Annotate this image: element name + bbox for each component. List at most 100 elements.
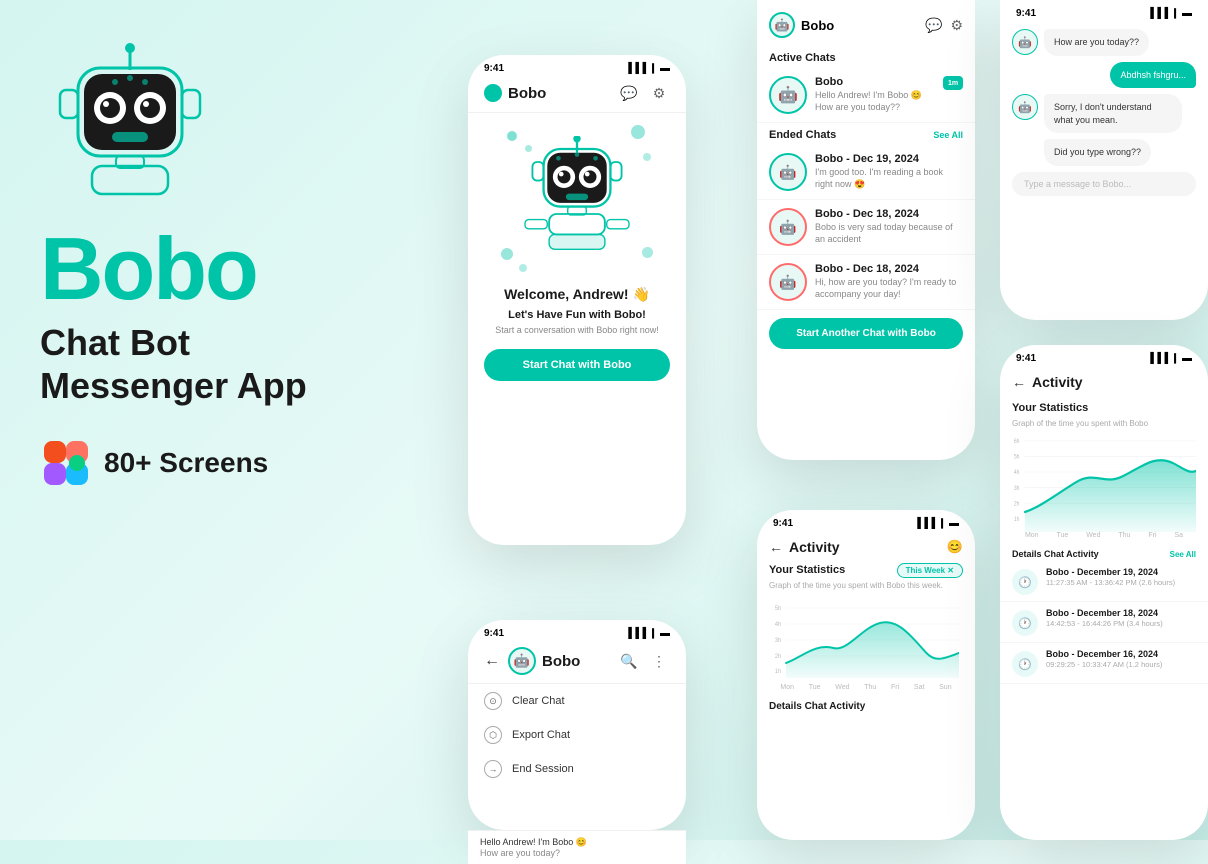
end-session-label: End Session xyxy=(512,763,574,775)
type-message-input[interactable]: Type a message to Bobo... xyxy=(1012,172,1196,196)
detail-info-3: Bobo - December 16, 2024 09:29:25 - 10:3… xyxy=(1046,649,1196,669)
ended-chats-header: Ended Chats See All xyxy=(757,123,975,145)
subtitle-1: Chat Bot xyxy=(40,321,420,364)
phone2-avatar: 🤖 xyxy=(508,647,536,675)
export-chat-icon: ⬡ xyxy=(484,726,502,744)
ended-chat-2-preview: Bobo is very sad today because of an acc… xyxy=(815,222,963,245)
ended-chat-2-avatar: 🤖 xyxy=(769,208,807,246)
signal-5: ▐▐▐ ❙ ▬ xyxy=(1147,8,1192,19)
graph-x-labels-full: Mon Tue Wed Thu Fri Sa xyxy=(1012,532,1196,539)
phone2-title: Bobo xyxy=(542,653,580,670)
see-all-details[interactable]: See All xyxy=(1170,550,1196,559)
bobo-logo-small xyxy=(484,84,502,102)
activity-graph-svg-full: 6h 5h 4h 3h 2h 1h xyxy=(1012,432,1196,532)
figma-section: 80+ Screens xyxy=(40,437,420,489)
activity-header-small: ← Activity 😊 xyxy=(757,533,975,559)
welcome-desc: Start a conversation with Bobo right now… xyxy=(484,325,670,335)
search-icon[interactable]: 🔍 xyxy=(618,650,640,672)
svg-text:4h: 4h xyxy=(1014,470,1020,477)
back-arrow-2[interactable]: ← xyxy=(484,652,500,670)
export-chat-item[interactable]: ⬡ Export Chat xyxy=(468,718,686,752)
bot-msg-2-bubble: Sorry, I don't understand what you mean. xyxy=(1044,94,1182,133)
x-full-thu: Thu xyxy=(1118,532,1130,539)
x-label-wed: Wed xyxy=(835,684,849,691)
detail-icon-1: 🕐 xyxy=(1012,569,1038,595)
bot-msg-2-row: 🤖 Sorry, I don't understand what you mea… xyxy=(1012,94,1196,133)
chat-icon[interactable]: 💬 xyxy=(618,82,640,104)
graph-small: 5h 4h 3h 2h 1h xyxy=(769,594,963,684)
ended-chats-label: Ended Chats xyxy=(769,129,836,141)
ended-chat-1-preview: I'm good too. I'm reading a book right n… xyxy=(815,167,963,190)
detail-name-1: Bobo - December 19, 2024 xyxy=(1046,567,1196,577)
svg-text:3h: 3h xyxy=(775,638,781,644)
detail-time-3: 09:29:25 - 10:33:47 AM (1.2 hours) xyxy=(1046,660,1196,669)
chat-preview-strip: Hello Andrew! I'm Bobo 😊 How are you tod… xyxy=(468,830,686,864)
end-session-item[interactable]: → End Session xyxy=(468,752,686,786)
time-2: 9:41 xyxy=(484,628,504,639)
see-all-ended[interactable]: See All xyxy=(933,130,963,140)
left-section: Bobo Chat Bot Messenger App 80+ Screens xyxy=(40,40,420,489)
clear-chat-icon: ⊙ xyxy=(484,692,502,710)
x-label-fri: Fri xyxy=(891,684,899,691)
activity-smiley-icon[interactable]: 😊 xyxy=(947,539,963,555)
x-full-wed: Wed xyxy=(1086,532,1100,539)
user-bubble-1: Abdhsh fshgru... xyxy=(1110,62,1196,89)
detail-item-2[interactable]: 🕐 Bobo - December 18, 2024 14:42:53 - 16… xyxy=(1000,602,1208,643)
detail-name-2: Bobo - December 18, 2024 xyxy=(1046,608,1196,618)
chat-preview-text2: How are you today? xyxy=(480,848,674,858)
svg-text:2h: 2h xyxy=(775,654,781,660)
graph-desc-full: Graph of the time you spent with Bobo xyxy=(1012,419,1196,428)
activity-title-full: Activity xyxy=(1032,374,1083,390)
ended-chat-3-info: Bobo - Dec 18, 2024 Hi, how are you toda… xyxy=(815,263,963,300)
back-arrow-6[interactable]: ← xyxy=(1012,374,1026,390)
stats-section-full: Your Statistics Graph of the time you sp… xyxy=(1000,394,1208,543)
detail-info-1: Bobo - December 19, 2024 11:27:35 AM - 1… xyxy=(1046,567,1196,587)
clear-chat-label: Clear Chat xyxy=(512,695,565,707)
activity-title-small: Activity xyxy=(789,539,840,555)
detail-item-1[interactable]: 🕐 Bobo - December 19, 2024 11:27:35 AM -… xyxy=(1000,561,1208,602)
active-chats-header: Active Chats xyxy=(757,46,975,68)
phone2-header: ← 🤖 Bobo 🔍 ⋮ xyxy=(468,643,686,684)
svg-text:5h: 5h xyxy=(1014,454,1020,461)
signal-2: ▐▐▐ ❙ ▬ xyxy=(625,628,670,639)
welcome-subtitle: Let's Have Fun with Bobo! xyxy=(484,309,670,321)
detail-time-2: 14:42:53 - 16:44:26 PM (3.4 hours) xyxy=(1046,619,1196,628)
svg-text:6h: 6h xyxy=(1014,439,1020,446)
detail-item-3[interactable]: 🕐 Bobo - December 16, 2024 09:29:25 - 10… xyxy=(1000,643,1208,684)
more-icon[interactable]: ⋮ xyxy=(648,650,670,672)
svg-text:3h: 3h xyxy=(1014,485,1020,492)
details-label-full: Details Chat Activity xyxy=(1012,549,1099,559)
phone3-settings-icon[interactable]: ⚙ xyxy=(950,17,963,34)
this-week-badge-small[interactable]: This Week ✕ xyxy=(897,563,963,578)
ended-chat-3[interactable]: 🤖 Bobo - Dec 18, 2024 Hi, how are you to… xyxy=(757,255,975,310)
active-chat-name: Bobo xyxy=(815,76,935,88)
deco-dot-1 xyxy=(507,131,517,141)
stats-title-small: Your Statistics xyxy=(769,564,845,576)
back-arrow-4[interactable]: ← xyxy=(769,539,783,555)
phone3-avatar: 🤖 xyxy=(769,12,795,38)
start-another-button[interactable]: Start Another Chat with Bobo xyxy=(769,318,963,349)
ended-chat-1[interactable]: 🤖 Bobo - Dec 19, 2024 I'm good too. I'm … xyxy=(757,145,975,200)
active-chat-item[interactable]: 🤖 Bobo Hello Andrew! I'm Bobo 😊How are y… xyxy=(757,68,975,123)
time-6: 9:41 xyxy=(1016,353,1036,364)
start-chat-button[interactable]: Start Chat with Bobo xyxy=(484,349,670,381)
svg-text:1h: 1h xyxy=(775,669,781,675)
phone3-chat-icon[interactable]: 💬 xyxy=(925,17,942,34)
phone-chats-list: 🤖 Bobo 💬 ⚙ Active Chats 🤖 Bobo Hello And… xyxy=(757,0,975,460)
active-chat-avatar: 🤖 xyxy=(769,76,807,114)
x-full-sa: Sa xyxy=(1174,532,1183,539)
welcome-greeting: Welcome, Andrew! 👋 xyxy=(484,286,670,303)
phone3-icons: 💬 ⚙ xyxy=(925,17,963,34)
ended-chat-1-info: Bobo - Dec 19, 2024 I'm good too. I'm re… xyxy=(815,153,963,190)
phone1-header: Bobo 💬 ⚙ xyxy=(468,78,686,113)
clear-chat-item[interactable]: ⊙ Clear Chat xyxy=(468,684,686,718)
active-chats-label: Active Chats xyxy=(769,52,836,64)
activity-graph-svg: 5h 4h 3h 2h 1h xyxy=(773,598,959,678)
ended-chat-2[interactable]: 🤖 Bobo - Dec 18, 2024 Bobo is very sad t… xyxy=(757,200,975,255)
deco-dot-5 xyxy=(501,248,513,260)
bot-msg-1-bubble: How are you today?? xyxy=(1044,29,1149,56)
x-full-mon: Mon xyxy=(1025,532,1039,539)
phone1-title-row: Bobo xyxy=(484,84,546,102)
ended-chat-2-info: Bobo - Dec 18, 2024 Bobo is very sad tod… xyxy=(815,208,963,245)
settings-icon[interactable]: ⚙ xyxy=(648,82,670,104)
